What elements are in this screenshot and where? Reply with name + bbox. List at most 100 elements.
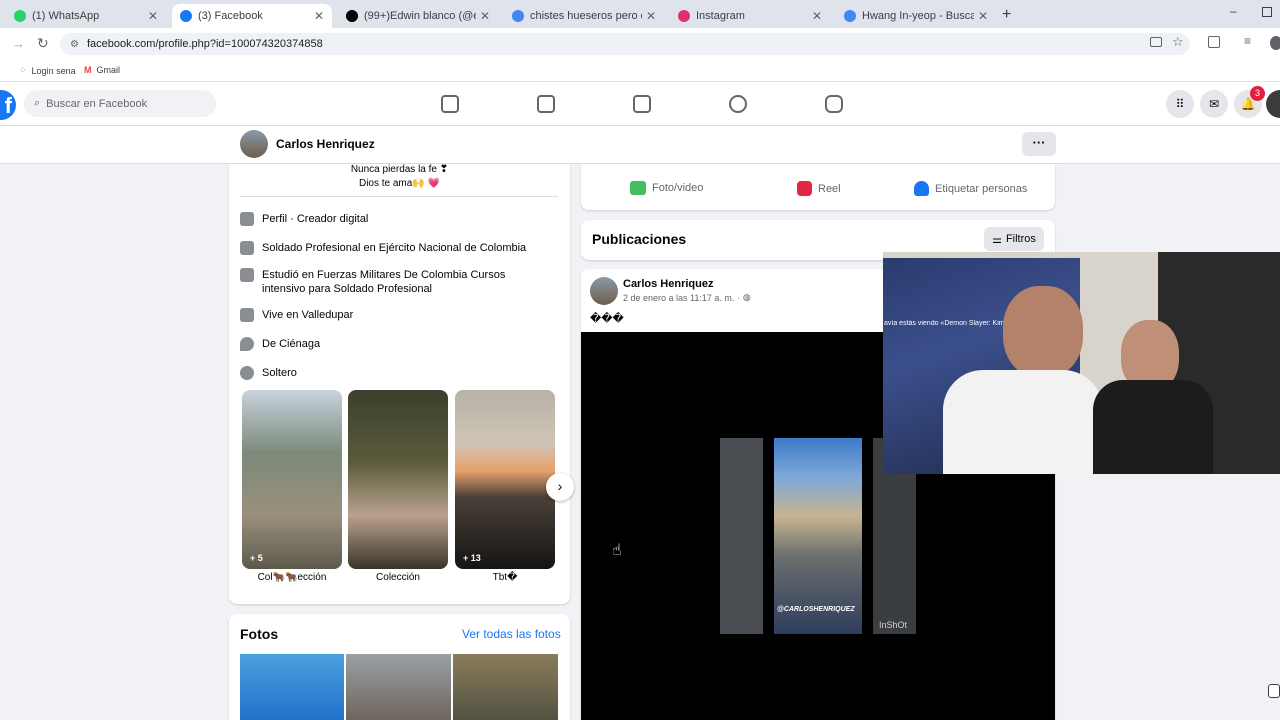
post-author-name[interactable]: Carlos Henriquez [623,278,713,290]
close-icon[interactable]: ✕ [480,9,490,23]
edit-icon[interactable] [1268,684,1280,698]
bookmark-label: Login sena [31,65,76,76]
forward-icon[interactable]: → [12,36,25,51]
photo-thumb[interactable] [240,654,344,720]
tab-title: chistes hueseros pero que dan [530,10,642,22]
bookmark-login-sena[interactable]: ⁘ Login sena [19,65,76,76]
person-shirt [943,370,1103,474]
reel-button[interactable]: Reel [797,181,841,196]
tab-title: Hwang In-yeop - Buscar con Go [862,10,974,22]
intro-row-work: Soldado Profesional en Ejército Nacional… [240,241,550,255]
close-icon[interactable]: ✕ [812,9,822,23]
inshot-watermark: InShOt [879,620,908,630]
hand-cursor-icon: ☝ [612,542,622,559]
more-options-button[interactable]: ··· [1022,132,1056,156]
briefcase-icon [240,241,254,255]
facebook-icon [180,10,192,22]
gaming-icon[interactable] [825,95,843,113]
groups-icon[interactable] [729,95,747,113]
reload-icon[interactable]: ↻ [37,35,49,52]
see-all-photos-link[interactable]: Ver todas las fotos [462,627,561,641]
profile-avatar[interactable] [240,130,268,158]
tab-title: (3) Facebook [198,10,263,22]
intro-text[interactable]: Soldado Profesional en Ejército Nacional… [262,241,526,255]
filters-label: Filtros [1005,233,1036,245]
featured-collection-1[interactable]: + 5 [242,390,342,569]
bookmark-gmail[interactable]: M Gmail [84,65,120,75]
search-input[interactable]: ⌕ Buscar en Facebook [24,90,216,117]
intro-row-lives: Vive en Valledupar [240,308,550,322]
reel-icon [797,181,812,196]
close-icon[interactable]: ✕ [978,9,988,23]
post-timestamp[interactable]: 2 de enero a las 11:17 a. m. · [623,293,740,303]
featured-collection-2[interactable] [348,390,448,569]
featured-label: Tbt� [492,572,518,583]
tab-title: (99+)Edwin blanco (@edwinbla [364,10,476,22]
intro-row-education: Estudió en Fuerzas Militares De Colombia… [240,268,550,296]
browser-tab[interactable]: Hwang In-yeop - Buscar con Go ✕ [836,4,996,28]
browser-tab[interactable]: chistes hueseros pero que dan ✕ [504,4,664,28]
bookmark-star-icon[interactable]: ☆ [1172,34,1184,50]
graduation-cap-icon [240,268,254,282]
video-watermark: @CARLOSHENRIQUEZ [777,606,855,613]
marketplace-icon[interactable] [633,95,651,113]
composer-label: Foto/video [652,182,704,194]
home-icon[interactable] [441,95,459,113]
bookmark-label: Gmail [96,65,121,75]
close-icon[interactable]: ✕ [148,9,158,23]
intro-text[interactable]: Vive en Valledupar [262,308,353,322]
featured-label: Colección [376,572,420,583]
profile-avatar-icon[interactable] [1270,36,1280,50]
bookmarks-bar [0,60,1280,82]
close-icon[interactable]: ✕ [646,9,656,23]
install-app-icon[interactable] [1150,37,1162,47]
browser-tab[interactable]: Instagram ✕ [670,4,830,28]
browser-tab[interactable]: (3) Facebook ✕ [172,4,332,28]
intro-row-relationship: Soltero [240,366,550,380]
post-meta: 2 de enero a las 11:17 a. m. · ◍ [623,292,751,303]
intro-text: Perfil · Creador digital [262,213,369,225]
globe-icon: ◍ [742,292,751,302]
intro-text[interactable]: Estudió en Fuerzas Militares De Colombia… [262,268,550,296]
messenger-icon[interactable]: ✉ [1200,90,1228,118]
browser-tab[interactable]: (99+)Edwin blanco (@edwinbla ✕ [338,4,498,28]
maximize-icon[interactable] [1262,7,1272,17]
address-bar[interactable]: ⚙ facebook.com/profile.php?id=1000743203… [60,33,1190,55]
extensions-icon[interactable] [1208,36,1220,48]
browser-tab[interactable]: (1) WhatsApp ✕ [6,4,166,28]
featured-label: Col🐂🐂ección [257,572,327,583]
tag-people-button[interactable]: Etiquetar personas [914,181,1027,196]
post-author-avatar[interactable] [590,277,618,305]
video-icon[interactable] [537,95,555,113]
photo-icon [630,181,646,195]
chevron-right-icon[interactable]: › [546,473,574,501]
person-hoodie [1093,380,1213,474]
photo-thumb[interactable] [453,654,558,720]
webcam-overlay: avía estás viendo «Demon Slayer: Kim [883,252,1280,474]
site-info-icon[interactable]: ⚙ [70,39,79,50]
google-icon [512,10,524,22]
photo-thumb[interactable] [346,654,451,720]
composer-label: Reel [818,182,841,195]
heart-icon [240,366,254,380]
photo-video-button[interactable]: Foto/video [630,181,703,195]
whatsapp-icon [14,10,26,22]
photos-title: Fotos [240,626,279,642]
intro-text[interactable]: De Ciénaga [262,337,320,351]
media-control-icon[interactable]: ≡ [1244,34,1251,48]
home-icon [240,308,254,322]
bio-line: Nunca pierdas la fe ❣ [350,164,449,175]
menu-grid-icon[interactable]: ⠿ [1166,90,1194,118]
posts-title: Publicaciones [592,231,687,247]
location-pin-icon [240,337,254,351]
minimize-icon[interactable]: – [1230,4,1237,18]
featured-collection-3[interactable]: + 13 [455,390,555,569]
flag-icon [240,212,254,226]
intro-bio: Nunca pierdas la fe ❣ Dios te ama🙌 💗 [229,163,570,191]
close-icon[interactable]: ✕ [314,9,324,23]
featured-count: + 5 [250,553,263,563]
tiktok-icon [346,10,358,22]
profile-name[interactable]: Carlos Henriquez [276,137,375,151]
new-tab-button[interactable]: + [1002,6,1011,24]
filters-button[interactable]: ⚌ Filtros [984,227,1044,251]
